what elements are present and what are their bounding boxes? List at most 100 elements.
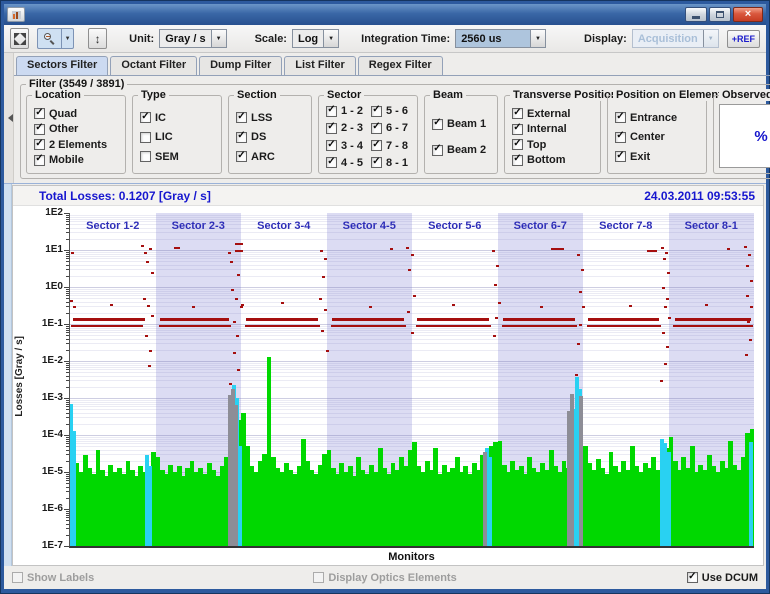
checkbox-box[interactable]: ✓	[326, 123, 337, 134]
checkbox-box[interactable]	[140, 151, 151, 162]
checkbox-box[interactable]: ✓	[615, 151, 626, 162]
checkbox-box[interactable]: ✓	[512, 124, 523, 135]
checkbox-box[interactable]: ✓	[140, 112, 151, 123]
minimize-button[interactable]	[685, 7, 707, 22]
checkbox-sem[interactable]: SEM	[140, 151, 216, 163]
gridline	[70, 406, 754, 407]
checkbox-bottom[interactable]: ✓Bottom	[512, 154, 595, 166]
checkbox-box[interactable]: ✓	[34, 108, 45, 119]
checkbox-arc[interactable]: ✓ARC	[236, 151, 306, 163]
checkbox-show-labels[interactable]: Show Labels	[12, 572, 94, 584]
checkbox-box[interactable]: ✓	[432, 145, 443, 156]
checkbox-1-2[interactable]: ✓1 - 2	[326, 105, 367, 117]
tab-octant-filter[interactable]: Octant Filter	[110, 56, 197, 75]
chart-collapse-strip[interactable]	[4, 184, 12, 566]
checkbox-box[interactable]: ✓	[326, 140, 337, 151]
filter-group-type: Type✓ICLICSEM	[132, 95, 222, 174]
unit-dropdown-arrow[interactable]: ▼	[211, 30, 226, 47]
checkbox-beam-2[interactable]: ✓Beam 2	[432, 144, 492, 156]
checkbox-label: Internal	[527, 123, 567, 135]
vertical-scale-button[interactable]: ↕	[88, 28, 107, 49]
checkbox-3-4[interactable]: ✓3 - 4	[326, 140, 367, 152]
checkbox-box[interactable]: ✓	[512, 155, 523, 166]
checkbox-box[interactable]: ✓	[615, 132, 626, 143]
y-minor-tick	[66, 335, 69, 336]
checkbox-external[interactable]: ✓External	[512, 108, 595, 120]
checkbox-box[interactable]: ✓	[432, 119, 443, 130]
y-minor-tick	[66, 258, 69, 259]
checkbox-8-1[interactable]: ✓8 - 1	[371, 157, 412, 169]
scale-label: Scale:	[255, 33, 287, 45]
red-loss-dot	[666, 298, 669, 300]
fit-view-button[interactable]	[10, 28, 29, 49]
checkbox-lic[interactable]: LIC	[140, 131, 216, 143]
checkbox-2-elements[interactable]: ✓ 2 Elements	[34, 139, 120, 151]
checkbox-box[interactable]: ✓	[236, 151, 247, 162]
integration-time-combobox[interactable]: 2560 us ▼	[455, 29, 546, 48]
red-loss-line	[551, 248, 564, 250]
filter-collapse-handle[interactable]	[4, 53, 14, 183]
minimize-icon	[692, 16, 700, 19]
zoom-out-split-button[interactable]: ▼	[37, 28, 74, 49]
checkbox-box[interactable]: ✓	[34, 155, 45, 166]
checkbox-box[interactable]: ✓	[34, 139, 45, 150]
checkbox-4-5[interactable]: ✓4 - 5	[326, 157, 367, 169]
checkbox-box[interactable]	[313, 572, 324, 583]
tab-list-filter[interactable]: List Filter	[284, 56, 356, 75]
checkbox-box[interactable]: ✓	[371, 106, 382, 117]
zoom-dropdown-arrow[interactable]: ▼	[61, 28, 74, 49]
observed-element-box[interactable]: %	[719, 104, 770, 168]
checkbox-ds[interactable]: ✓DS	[236, 131, 306, 143]
scale-combobox[interactable]: Log ▼	[292, 29, 339, 48]
checkbox-mobile[interactable]: ✓Mobile	[34, 154, 120, 166]
app-icon[interactable]	[7, 7, 25, 22]
maximize-button[interactable]	[709, 7, 731, 22]
checkbox-label: Top	[527, 139, 546, 151]
checkbox-box[interactable]: ✓	[371, 140, 382, 151]
checkbox-box[interactable]: ✓	[687, 572, 698, 583]
close-button[interactable]: ×	[733, 7, 763, 22]
checkbox-entrance[interactable]: ✓Entrance	[615, 112, 701, 124]
scale-dropdown-arrow[interactable]: ▼	[323, 30, 338, 47]
unit-value: Gray / s	[160, 30, 210, 47]
checkbox-2-3[interactable]: ✓2 - 3	[326, 122, 367, 134]
checkbox-6-7[interactable]: ✓6 - 7	[371, 122, 412, 134]
tab-sectors-filter[interactable]: Sectors Filter	[16, 56, 108, 75]
checkbox-7-8[interactable]: ✓7 - 8	[371, 140, 412, 152]
add-reference-button[interactable]: +REF	[727, 30, 760, 48]
plot-area[interactable]: Sector 1-2Sector 2-3Sector 3-4Sector 4-5…	[69, 213, 754, 548]
checkbox-box[interactable]	[12, 572, 23, 583]
checkbox-ic[interactable]: ✓IC	[140, 112, 216, 124]
checkbox-box[interactable]: ✓	[512, 139, 523, 150]
unit-combobox[interactable]: Gray / s ▼	[159, 29, 226, 48]
tab-regex-filter[interactable]: Regex Filter	[358, 56, 443, 75]
checkbox-box[interactable]: ✓	[371, 123, 382, 134]
checkbox-box[interactable]	[140, 132, 151, 143]
checkbox-box[interactable]: ✓	[512, 108, 523, 119]
checkbox-box[interactable]: ✓	[371, 157, 382, 168]
integration-dropdown-arrow[interactable]: ▼	[530, 30, 545, 47]
checkbox-box[interactable]: ✓	[326, 106, 337, 117]
checkbox-beam-1[interactable]: ✓Beam 1	[432, 118, 492, 130]
checkbox-top[interactable]: ✓ Top	[512, 139, 595, 151]
title-bar[interactable]: ×	[4, 4, 766, 25]
tab-dump-filter[interactable]: Dump Filter	[199, 56, 282, 75]
checkbox-use-dcum[interactable]: ✓Use DCUM	[687, 572, 758, 584]
zoom-out-button[interactable]	[37, 28, 61, 49]
checkbox-internal[interactable]: ✓ Internal	[512, 123, 595, 135]
checkbox-box[interactable]: ✓	[236, 112, 247, 123]
checkbox-lss[interactable]: ✓LSS	[236, 112, 306, 124]
checkbox-exit[interactable]: ✓Exit	[615, 151, 701, 163]
checkbox-box[interactable]: ✓	[236, 132, 247, 143]
checkbox-box[interactable]: ✓	[34, 124, 45, 135]
checkbox-other[interactable]: ✓Other	[34, 123, 120, 135]
checkbox-center[interactable]: ✓Center	[615, 131, 701, 143]
checkbox-display-optics-elements[interactable]: Display Optics Elements	[313, 572, 456, 584]
checkbox-5-6[interactable]: ✓5 - 6	[371, 105, 412, 117]
checkbox-box[interactable]: ✓	[326, 157, 337, 168]
y-minor-tick	[66, 380, 69, 381]
red-loss-dot	[747, 321, 750, 323]
checkbox-box[interactable]: ✓	[615, 112, 626, 123]
checkbox-quad[interactable]: ✓Quad	[34, 108, 120, 120]
checkbox-label: 2 Elements	[49, 139, 107, 151]
